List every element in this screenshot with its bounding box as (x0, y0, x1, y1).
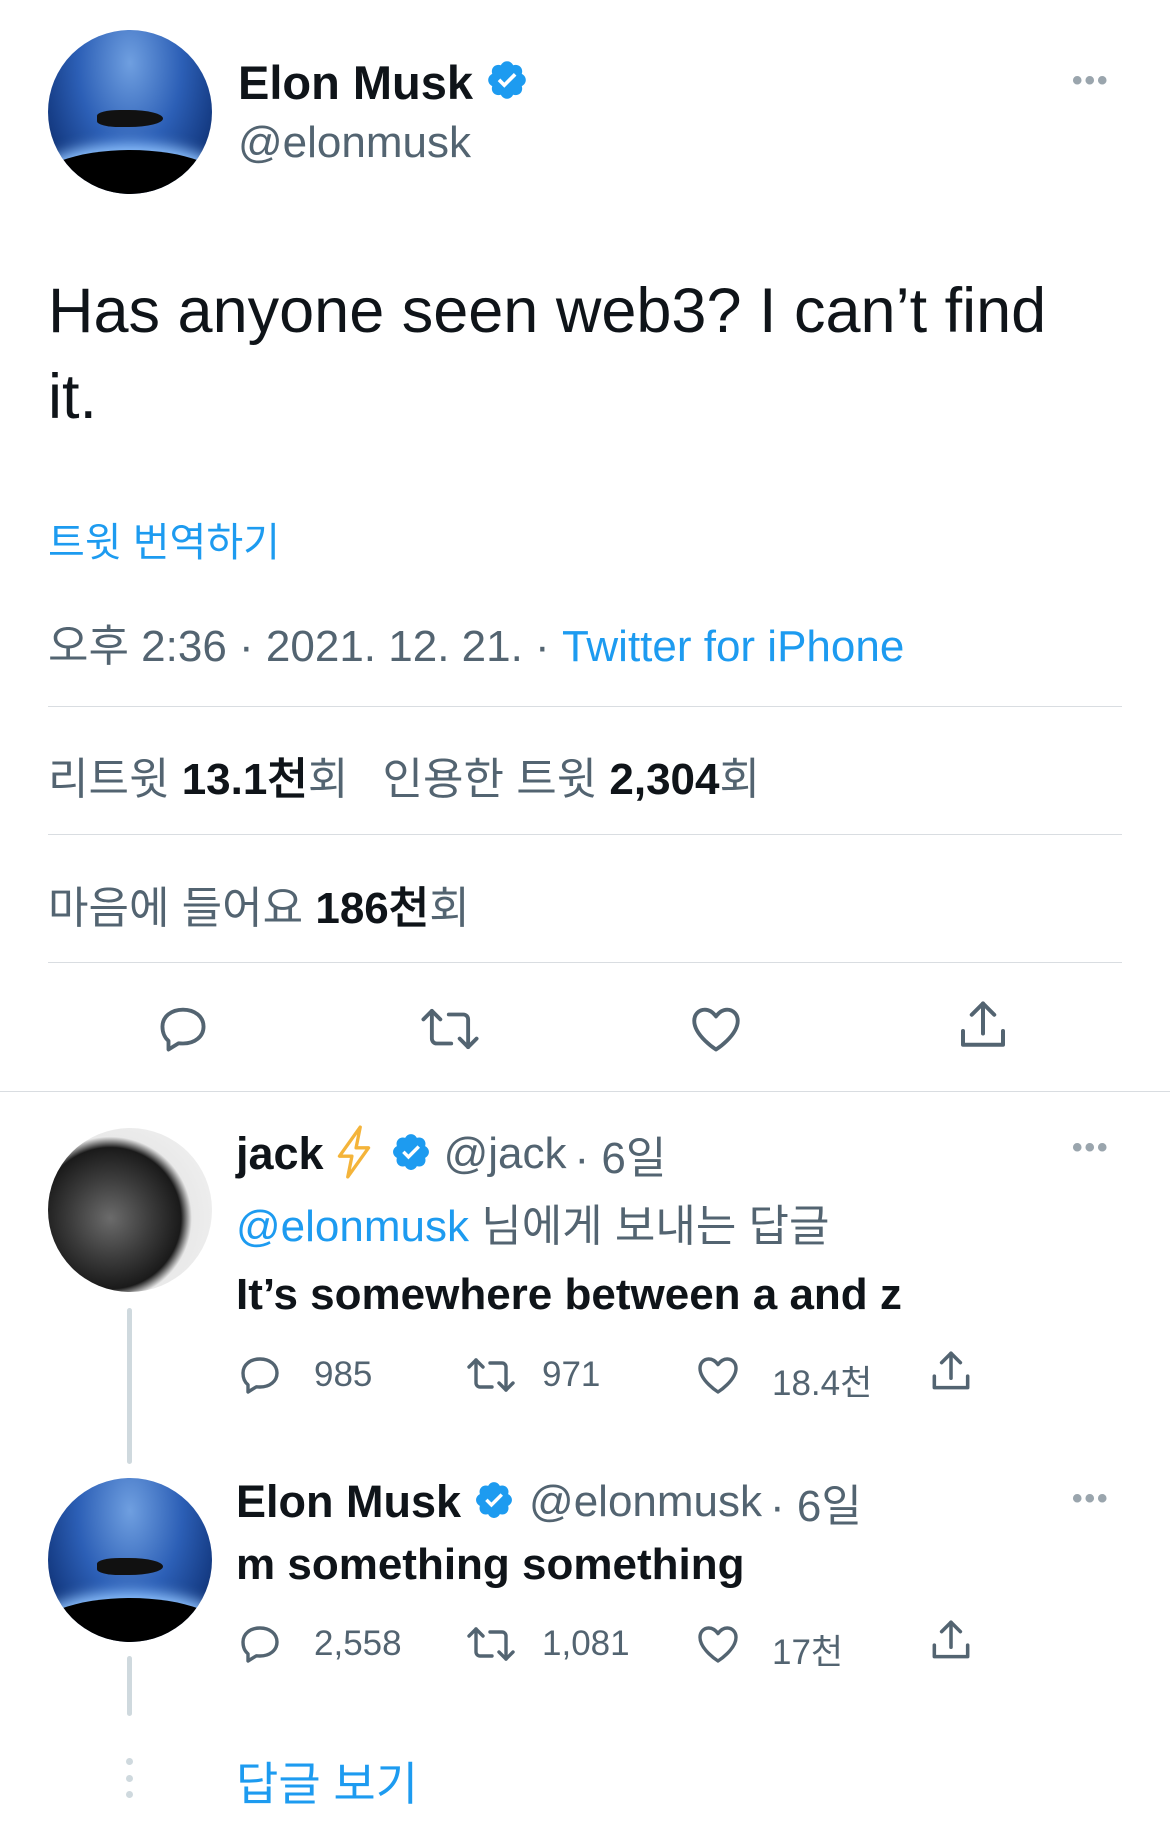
thread-line (127, 1656, 132, 1716)
verified-badge-icon (390, 1131, 432, 1178)
reply-author-handle[interactable]: @jack (444, 1129, 567, 1179)
replying-to-handle[interactable]: @elonmusk (236, 1202, 469, 1251)
show-replies-link[interactable]: 답글 보기 (236, 1748, 418, 1814)
retweets-label: 리트윗 (48, 755, 170, 804)
likes-count: 186천 (315, 884, 430, 933)
main-author-name[interactable]: Elon Musk (238, 55, 473, 110)
reply-author-avatar[interactable] (48, 1128, 212, 1292)
retweets-suffix: 회 (307, 755, 349, 804)
retweets-count: 13.1천 (181, 755, 308, 804)
quotes-stat[interactable]: 인용한 트윗 2,304회 (383, 755, 760, 804)
like-count: 18.4천 (772, 1364, 873, 1403)
reply-count: 985 (314, 1355, 373, 1394)
main-tweet-text: Has anyone seen web3? I can’t find it. (48, 268, 1046, 440)
main-tweet-text-line1: Has anyone seen web3? I can’t find (48, 276, 1047, 346)
divider (48, 706, 1122, 707)
reply-count: 2,558 (314, 1624, 402, 1663)
likes-label: 마음에 들어요 (48, 884, 304, 933)
reply-text: m something something (236, 1540, 745, 1589)
likes-stat[interactable]: 마음에 들어요 186천회 (48, 872, 470, 936)
share-icon[interactable] (953, 996, 1013, 1056)
main-author-avatar[interactable] (48, 30, 212, 194)
reply-time: · 6일 (574, 1134, 667, 1183)
like-heart-icon[interactable] (694, 1620, 742, 1668)
retweet-icon[interactable] (418, 1000, 482, 1058)
replying-to: @elonmusk 님에게 보내는 답글 (236, 1190, 830, 1254)
like-heart-icon[interactable] (687, 1000, 745, 1058)
more-options-icon[interactable]: ••• (1072, 1482, 1110, 1516)
translate-tweet-link[interactable]: 트윗 번역하기 (48, 510, 280, 568)
more-options-icon[interactable]: ••• (1072, 64, 1110, 98)
reply-icon[interactable] (236, 1620, 284, 1668)
section-divider (0, 1091, 1170, 1092)
divider (48, 834, 1122, 835)
share-icon[interactable] (926, 1616, 976, 1666)
reply-author-handle[interactable]: @elonmusk (529, 1477, 762, 1527)
lightning-emoji-icon (332, 1124, 376, 1184)
reply-text: It’s somewhere between a and z (236, 1270, 902, 1319)
reply-icon[interactable] (236, 1351, 284, 1399)
quotes-suffix: 회 (719, 755, 760, 804)
share-icon[interactable] (926, 1347, 976, 1397)
quotes-label: 인용한 트윗 (382, 755, 598, 804)
reply-action-bar: 2,558 1,081 17천 (236, 1616, 996, 1672)
more-options-icon[interactable]: ••• (1072, 1131, 1110, 1165)
reply-author-name[interactable]: Elon Musk (236, 1476, 461, 1528)
tweet-source-link[interactable]: Twitter for iPhone (562, 622, 904, 671)
thread-dots-icon (124, 1758, 134, 1798)
main-author-header: Elon Musk (238, 52, 529, 112)
retweet-icon[interactable] (464, 1351, 518, 1399)
main-tweet-text-line2: it. (48, 362, 98, 432)
reply-time: · 6일 (770, 1482, 862, 1531)
reply-action-bar: 985 971 18.4천 (236, 1347, 996, 1403)
like-heart-icon[interactable] (694, 1351, 742, 1399)
retweet-count: 1,081 (542, 1624, 630, 1663)
reply-author-name[interactable]: jack (236, 1128, 324, 1180)
like-count: 17천 (772, 1633, 844, 1672)
tweet-meta: 오후 2:36 · 2021. 12. 21. · Twitter for iP… (48, 610, 904, 674)
reply-header: Elon Musk @elonmusk · 6일 (236, 1474, 862, 1531)
tweet-timestamp[interactable]: 오후 2:36 · 2021. 12. 21. · (48, 622, 550, 671)
reply-header: jack @jack · 6일 (236, 1124, 666, 1184)
reply-icon[interactable] (154, 1000, 212, 1058)
retweets-stat[interactable]: 리트윗 13.1천회 (48, 755, 361, 804)
thread-line (127, 1308, 132, 1464)
retweet-count: 971 (542, 1355, 601, 1394)
verified-badge-icon (473, 1479, 515, 1526)
divider (48, 962, 1122, 963)
quotes-count: 2,304 (609, 755, 720, 804)
retweet-quote-stats: 리트윗 13.1천회 인용한 트윗 2,304회 (48, 743, 760, 807)
retweet-icon[interactable] (464, 1620, 518, 1668)
replying-to-suffix: 님에게 보내는 답글 (468, 1202, 830, 1251)
verified-badge-icon (485, 58, 529, 107)
main-author-handle[interactable]: @elonmusk (238, 118, 471, 168)
likes-suffix: 회 (429, 884, 470, 933)
reply-author-avatar[interactable] (48, 1478, 212, 1642)
